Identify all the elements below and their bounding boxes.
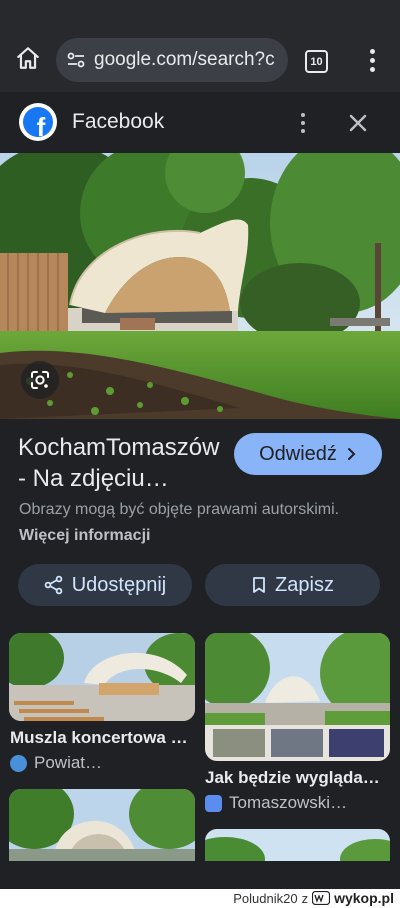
related-title[interactable]: Jak będzie wygląda… — [205, 768, 380, 788]
chevron-right-icon — [347, 448, 356, 460]
watermark-joiner: z — [301, 890, 309, 906]
more-dot-icon — [301, 113, 305, 117]
copyright-notice: Obrazy mogą być objęte prawami autorskim… — [19, 497, 349, 549]
url-text: google.com/search?c — [94, 49, 275, 70]
watermark: Poludnik20 z wykop.pl — [233, 890, 394, 906]
source-name: Facebook — [72, 110, 165, 133]
related-source[interactable]: Powiat… — [10, 753, 102, 773]
image-panel-header — [0, 92, 400, 154]
shell-park-photo — [9, 789, 195, 861]
main-image[interactable] — [0, 153, 400, 419]
visit-label: Odwiedź — [259, 442, 337, 465]
copyright-text: Obrazy mogą być objęte prawami autorskim… — [19, 501, 340, 518]
powiat-crest-icon — [10, 754, 27, 772]
more-dot-icon — [301, 129, 305, 133]
visit-button[interactable]: Odwiedź — [234, 433, 382, 475]
share-label: Udostępnij — [71, 573, 167, 596]
browser-toolbar: google.com/search?c 10 — [0, 0, 400, 92]
address-bar[interactable]: google.com/search?c — [56, 38, 288, 82]
watermark-site: wykop.pl — [334, 890, 394, 906]
more-dot-icon — [301, 121, 305, 125]
site-settings-icon[interactable] — [66, 50, 86, 70]
facebook-logo-icon: f — [19, 103, 57, 141]
browser-menu-button[interactable] — [360, 44, 384, 76]
related-thumbnail[interactable] — [9, 633, 195, 721]
related-thumbnail[interactable] — [205, 633, 390, 761]
home-button[interactable] — [12, 42, 44, 74]
share-icon — [44, 575, 63, 595]
shell-visualization-collage — [205, 633, 390, 761]
wykop-logo-icon — [312, 891, 331, 905]
menu-dot-icon — [369, 57, 375, 63]
google-lens-button[interactable] — [21, 361, 59, 399]
close-icon[interactable] — [344, 109, 372, 137]
related-source-label: Powiat… — [34, 753, 103, 772]
home-icon — [17, 47, 39, 69]
share-button[interactable]: Udostępnij — [18, 564, 192, 606]
related-source[interactable]: Tomaszowski… — [205, 793, 347, 813]
tab-switcher-button[interactable]: 10 — [305, 50, 328, 73]
more-info-link[interactable]: Więcej informacji — [19, 527, 150, 544]
related-source-label: Tomaszowski… — [229, 793, 348, 812]
image-title[interactable]: KochamTomaszów - Na zdjęciu… — [18, 432, 228, 494]
concert-shell-photo — [0, 153, 400, 419]
menu-dot-icon — [369, 48, 375, 54]
save-button[interactable]: Zapisz — [205, 564, 380, 606]
amphitheater-photo — [9, 633, 195, 721]
related-thumbnail[interactable] — [9, 789, 195, 861]
menu-dot-icon — [369, 66, 375, 72]
lens-icon — [31, 371, 49, 389]
more-options-button[interactable] — [293, 110, 313, 136]
park-sky-photo — [205, 829, 390, 861]
watermark-user: Poludnik20 — [233, 890, 298, 906]
related-thumbnail[interactable] — [205, 829, 390, 861]
tomaszowski-logo-icon — [205, 794, 222, 812]
bookmark-icon — [253, 577, 265, 593]
save-label: Zapisz — [275, 573, 334, 596]
related-title[interactable]: Muszla koncertowa … — [10, 728, 188, 748]
